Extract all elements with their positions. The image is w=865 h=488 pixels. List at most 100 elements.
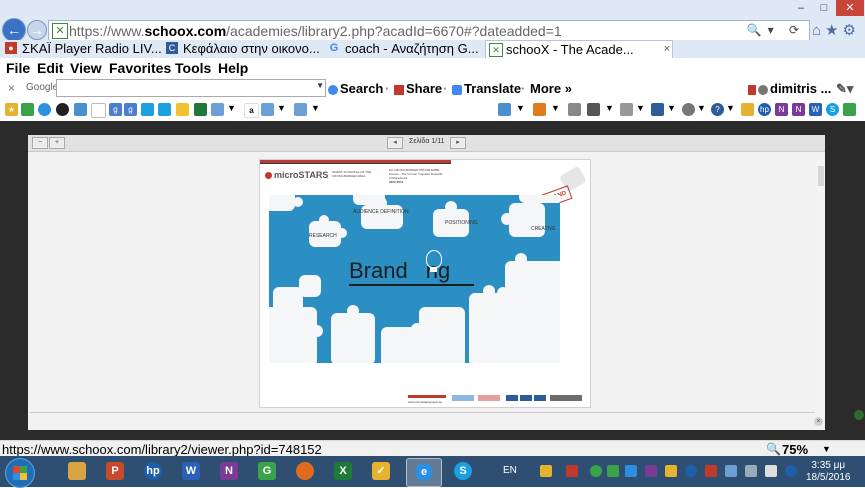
volume-icon[interactable] <box>765 465 777 477</box>
chevron-down-icon[interactable]: ▼ <box>697 103 706 113</box>
skype-icon[interactable]: S <box>826 103 839 116</box>
taskbar-onenote-button[interactable]: N <box>212 458 246 485</box>
tray-app-icon[interactable] <box>566 465 578 477</box>
chevron-down-icon[interactable]: ▼ <box>726 103 735 113</box>
address-url[interactable]: https://www.schoox.com/academies/library… <box>69 23 562 39</box>
system-clock[interactable]: 3:35 μμ 18/5/2016 <box>806 460 851 484</box>
onenote-icon[interactable]: N <box>775 103 788 116</box>
web-slice-icon[interactable] <box>74 103 87 116</box>
menu-tools[interactable]: Tools <box>175 60 211 76</box>
tray-app-icon[interactable] <box>625 465 637 477</box>
chevron-down-icon[interactable]: ▼ <box>311 103 320 113</box>
menu-help[interactable]: Help <box>218 60 248 76</box>
language-indicator[interactable]: EN <box>503 465 517 476</box>
snowflake-icon[interactable] <box>725 465 737 477</box>
taskbar-ie-button[interactable]: e <box>406 458 442 487</box>
tab-coach-search[interactable]: G coach - Αναζήτηση G... <box>325 40 503 57</box>
taskbar-word-button[interactable]: W <box>174 458 208 485</box>
print-icon[interactable] <box>587 103 600 116</box>
zoom-level[interactable]: 75% <box>782 442 808 457</box>
close-window-button[interactable]: ✕ <box>836 0 864 16</box>
tab-schoox[interactable]: ✕ schooX - The Acade... × <box>485 40 673 58</box>
menu-favorites[interactable]: Favorites <box>109 60 171 76</box>
windows-icon[interactable] <box>141 103 154 116</box>
tray-app-icon[interactable] <box>607 465 619 477</box>
web-slice-icon[interactable] <box>294 103 307 116</box>
tab-skai-radio[interactable]: ● ΣΚΑΪ Player Radio LIV... <box>2 40 180 57</box>
menu-view[interactable]: View <box>70 60 102 76</box>
onenote-tray-icon[interactable] <box>645 465 657 477</box>
mail-icon[interactable] <box>568 103 581 116</box>
zoom-icon[interactable]: 🔍 <box>766 442 781 456</box>
chevron-down-icon[interactable]: ▼ <box>551 103 560 113</box>
taskbar-hp-button[interactable]: hp <box>136 458 170 485</box>
forward-button[interactable]: → <box>27 20 47 40</box>
chevron-down-icon[interactable]: ▼ <box>516 103 525 113</box>
network-icon[interactable] <box>745 465 757 477</box>
g-bookmark-icon[interactable]: g <box>109 103 122 116</box>
web-slice-icon[interactable] <box>211 103 224 116</box>
wrench-icon[interactable]: ✎▾ <box>836 81 853 97</box>
hp-icon[interactable]: hp <box>758 103 771 116</box>
minimize-button[interactable]: – <box>790 0 812 16</box>
app-icon[interactable] <box>194 103 207 116</box>
page-icon[interactable] <box>620 103 633 116</box>
tray-app-icon[interactable] <box>590 465 602 477</box>
taskbar-skype-button[interactable]: S <box>446 458 480 485</box>
g-bookmark-icon[interactable]: g <box>124 103 137 116</box>
tools-icon[interactable] <box>843 103 856 116</box>
home-icon[interactable] <box>498 103 511 116</box>
gear-icon[interactable] <box>682 103 695 116</box>
google-search-button[interactable]: Search <box>328 81 383 96</box>
translate-button[interactable]: Translate <box>452 81 521 96</box>
warning-icon[interactable] <box>540 465 552 477</box>
user-button[interactable]: dimitris ... <box>748 81 831 96</box>
taskbar-explorer-button[interactable] <box>60 458 94 485</box>
favorites-star-icon[interactable]: ★ <box>5 103 18 116</box>
mail-icon[interactable] <box>21 103 34 116</box>
chevron-down-icon[interactable]: ▼ <box>822 444 831 454</box>
web-slice-icon[interactable] <box>261 103 274 116</box>
ie-toolbar-icons[interactable]: ⌂★⚙ <box>812 21 860 39</box>
chevron-down-icon[interactable]: ▼ <box>316 81 324 90</box>
chevron-down-icon[interactable]: ▼ <box>636 103 645 113</box>
chevron-down-icon[interactable]: ▼ <box>227 103 236 113</box>
taskbar-firefox-button[interactable] <box>288 458 322 485</box>
taskbar-tasks-button[interactable]: ✓ <box>364 458 398 485</box>
address-tools-icon[interactable]: 🔍▾ ⟳ <box>747 23 805 37</box>
taskbar-chrome-button[interactable]: G <box>250 458 284 485</box>
help-icon[interactable]: ? <box>711 103 724 116</box>
bluetooth-icon[interactable] <box>785 465 797 477</box>
media-icon[interactable] <box>56 103 69 116</box>
maximize-button[interactable]: □ <box>813 0 835 16</box>
viewer-scrollbar[interactable] <box>817 161 825 416</box>
ie-icon[interactable] <box>38 103 51 116</box>
rss-icon[interactable] <box>533 103 546 116</box>
menu-file[interactable]: File <box>6 60 30 76</box>
blank-page-icon[interactable] <box>91 103 106 118</box>
safety-icon[interactable] <box>651 103 664 116</box>
prev-page-button[interactable]: ◂ <box>387 137 403 149</box>
tray-app-icon[interactable] <box>665 465 677 477</box>
google-search-input[interactable]: ▼ <box>56 79 326 97</box>
tray-app-icon[interactable] <box>685 465 697 477</box>
more-button[interactable]: More » <box>530 81 572 96</box>
sun-icon[interactable] <box>176 103 189 116</box>
pen-icon[interactable] <box>741 103 754 116</box>
addon-badge-icon[interactable] <box>854 410 864 420</box>
tray-app-icon[interactable] <box>705 465 717 477</box>
chevron-down-icon[interactable]: ▼ <box>277 103 286 113</box>
next-page-button[interactable]: ▸ <box>450 137 466 149</box>
address-bar[interactable]: ✕ https://www.schoox.com/academies/libra… <box>48 20 810 42</box>
taskbar-powerpoint-button[interactable]: P <box>98 458 132 485</box>
back-button[interactable]: ← <box>2 18 26 42</box>
zoom-out-button[interactable]: − <box>32 137 48 149</box>
chevron-down-icon[interactable]: ▼ <box>667 103 676 113</box>
viewer-close-button[interactable]: × <box>814 417 823 426</box>
onenote-icon[interactable]: N <box>792 103 805 116</box>
menu-edit[interactable]: Edit <box>37 60 63 76</box>
word-icon[interactable]: W <box>809 103 822 116</box>
windows-icon[interactable] <box>158 103 171 116</box>
taskbar-excel-button[interactable]: X <box>326 458 360 485</box>
chevron-down-icon[interactable]: ▼ <box>605 103 614 113</box>
